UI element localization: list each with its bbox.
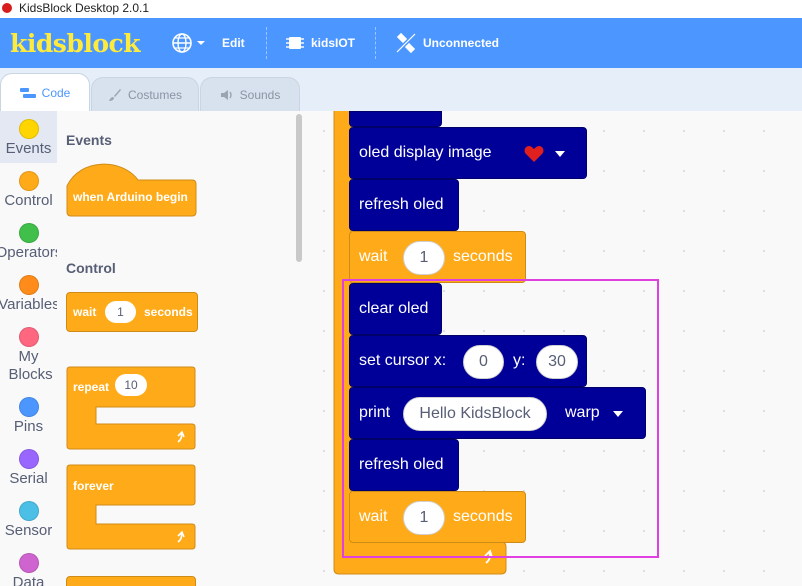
chevron-down-icon[interactable] xyxy=(554,150,566,158)
kidsiot-label: kidsIOT xyxy=(311,36,356,50)
category-label: Variables xyxy=(0,296,58,313)
category-label: Pins xyxy=(13,418,44,435)
kidsblock-logo[interactable]: kidsblock xyxy=(10,29,141,58)
category-operators[interactable]: Operators xyxy=(0,223,57,261)
connection-menu[interactable]: Unconnected xyxy=(395,18,499,68)
palette-heading-events: Events xyxy=(66,132,112,148)
window-titlebar: KidsBlock Desktop 2.0.1 xyxy=(0,0,802,18)
chip-icon xyxy=(286,37,304,49)
refresh-oled-label: refresh oled xyxy=(359,196,444,213)
palette-wait-block[interactable]: wait 1 seconds xyxy=(66,292,198,332)
category-sensor[interactable]: Sensor xyxy=(0,501,57,539)
category-serial[interactable]: Serial xyxy=(0,449,57,487)
kidsiot-menu[interactable]: kidsIOT xyxy=(285,18,355,68)
seconds-label: seconds xyxy=(144,305,193,319)
oled-display-image-label: oled display image xyxy=(359,144,492,161)
tab-sounds[interactable]: Sounds xyxy=(200,77,300,111)
category-dot xyxy=(18,275,39,295)
heart-icon[interactable] xyxy=(524,145,544,163)
tab-costumes[interactable]: Costumes xyxy=(91,77,199,111)
speaker-icon xyxy=(220,89,234,101)
category-label: Serial xyxy=(9,470,48,487)
palette-partial-block[interactable] xyxy=(66,576,196,586)
category-label: Control xyxy=(4,192,53,209)
refresh-oled-block[interactable]: refresh oled xyxy=(349,179,459,231)
when-arduino-begin-label: when Arduino begin xyxy=(73,190,188,204)
tab-costumes-label: Costumes xyxy=(127,87,183,102)
brush-icon xyxy=(108,88,122,102)
category-dot xyxy=(18,171,39,191)
palette-scrollbar[interactable] xyxy=(296,114,302,262)
edit-menu[interactable]: Edit xyxy=(222,18,245,68)
category-dot xyxy=(18,119,39,139)
category-events[interactable]: Events xyxy=(0,111,57,163)
category-control[interactable]: Control xyxy=(0,171,57,209)
category-dot xyxy=(18,553,39,573)
category-my-blocks[interactable]: My Blocks xyxy=(0,327,57,384)
wait-block[interactable]: wait 1 seconds xyxy=(349,231,526,283)
wait-label: wait xyxy=(73,305,97,319)
category-dot xyxy=(18,501,39,521)
menu-divider xyxy=(375,27,376,59)
category-dot xyxy=(18,449,39,469)
category-dot xyxy=(18,327,39,347)
wait-label: wait xyxy=(359,248,388,265)
wait-seconds-input[interactable]: 1 xyxy=(403,241,445,275)
edit-menu-label: Edit xyxy=(222,36,245,50)
palette-heading-control: Control xyxy=(66,260,116,276)
category-variables[interactable]: Variables xyxy=(0,275,57,313)
category-dot xyxy=(18,397,39,417)
unplug-icon xyxy=(396,32,416,54)
editor-tabs: Code Costumes Sounds xyxy=(0,68,802,111)
category-label: Data xyxy=(12,574,45,586)
menu-bar: kidsblock Edit kidsIOT Unconnected xyxy=(0,18,802,68)
category-label: Sensor xyxy=(4,522,53,539)
category-menu: Events Control Operators Variables My Bl… xyxy=(0,111,58,586)
category-label: Events xyxy=(5,140,52,157)
seconds-label: seconds xyxy=(453,248,513,265)
category-label: Operators xyxy=(0,244,57,261)
category-pins[interactable]: Pins xyxy=(0,397,57,435)
tab-code-label: Code xyxy=(41,85,71,100)
palette-forever-block[interactable] xyxy=(66,464,196,550)
language-menu[interactable] xyxy=(171,18,206,68)
category-data[interactable]: Data xyxy=(0,553,57,586)
oled-block-partial[interactable] xyxy=(349,111,442,127)
category-dot xyxy=(18,223,39,243)
oled-display-image-block[interactable]: oled display image xyxy=(349,127,587,179)
forever-label: forever xyxy=(73,479,114,493)
window-title: KidsBlock Desktop 2.0.1 xyxy=(19,1,150,15)
tab-code[interactable]: Code xyxy=(0,73,90,111)
app-icon xyxy=(2,3,12,13)
selection-highlight xyxy=(342,279,659,558)
code-icon xyxy=(19,87,36,99)
tab-sounds-label: Sounds xyxy=(239,87,281,102)
block-palette: Events when Arduino begin Control wait 1… xyxy=(57,111,305,586)
chevron-down-icon xyxy=(197,41,205,45)
repeat-value-input[interactable]: 10 xyxy=(115,374,147,396)
wait-value-input[interactable]: 1 xyxy=(105,301,136,323)
repeat-label: repeat xyxy=(73,380,110,394)
menu-divider xyxy=(266,27,267,59)
category-label: My Blocks xyxy=(8,348,53,383)
globe-icon xyxy=(172,33,192,53)
connection-status: Unconnected xyxy=(423,36,500,50)
